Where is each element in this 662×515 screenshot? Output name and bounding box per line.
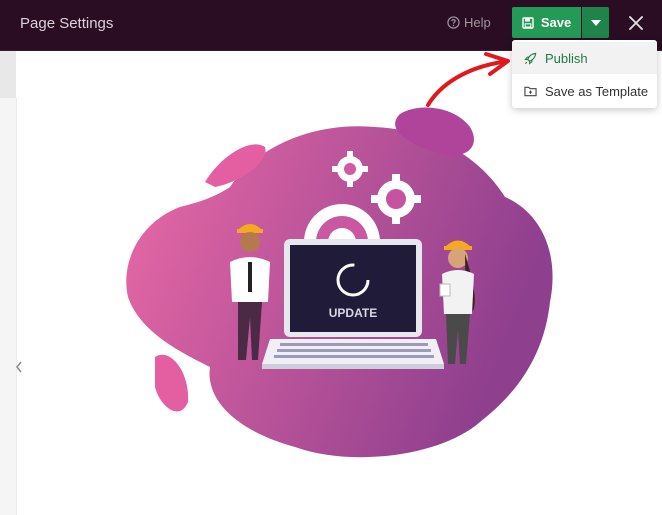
sidebar-header-strip [0, 51, 16, 98]
save-dropdown-toggle[interactable] [582, 7, 609, 38]
menu-item-label: Save as Template [545, 83, 649, 99]
collapsed-sidebar [0, 98, 17, 515]
chevron-left-icon[interactable] [14, 360, 24, 374]
screen-update-text: UPDATE [329, 306, 377, 320]
help-link[interactable]: Help [447, 15, 491, 30]
small-blob-bottom [155, 354, 189, 412]
help-label: Help [464, 15, 491, 30]
save-dropdown-menu: Publish Save as Template [512, 40, 657, 108]
close-icon[interactable] [626, 13, 646, 33]
update-illustration: UPDATE [126, 107, 553, 458]
menu-item-publish[interactable]: Publish [512, 42, 657, 74]
menu-item-save-as-template[interactable]: Save as Template [512, 75, 657, 107]
annotation-arrow [426, 52, 510, 107]
save-label: Save [540, 15, 572, 30]
folder-icon [524, 86, 537, 97]
laptop: UPDATE [262, 239, 444, 369]
page-title: Page Settings [20, 15, 114, 32]
save-icon [522, 16, 534, 29]
help-icon [447, 16, 460, 29]
rocket-icon [524, 52, 537, 65]
save-button[interactable]: Save [512, 7, 581, 38]
menu-item-label: Publish [545, 50, 588, 66]
caret-down-icon [590, 19, 601, 26]
